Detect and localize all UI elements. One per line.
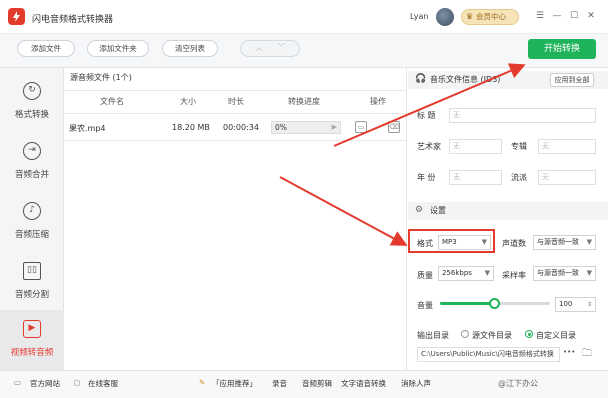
arrow-to-start-button xyxy=(333,63,526,147)
annotation-arrows xyxy=(279,63,526,246)
arrow-to-format-select xyxy=(279,176,408,246)
